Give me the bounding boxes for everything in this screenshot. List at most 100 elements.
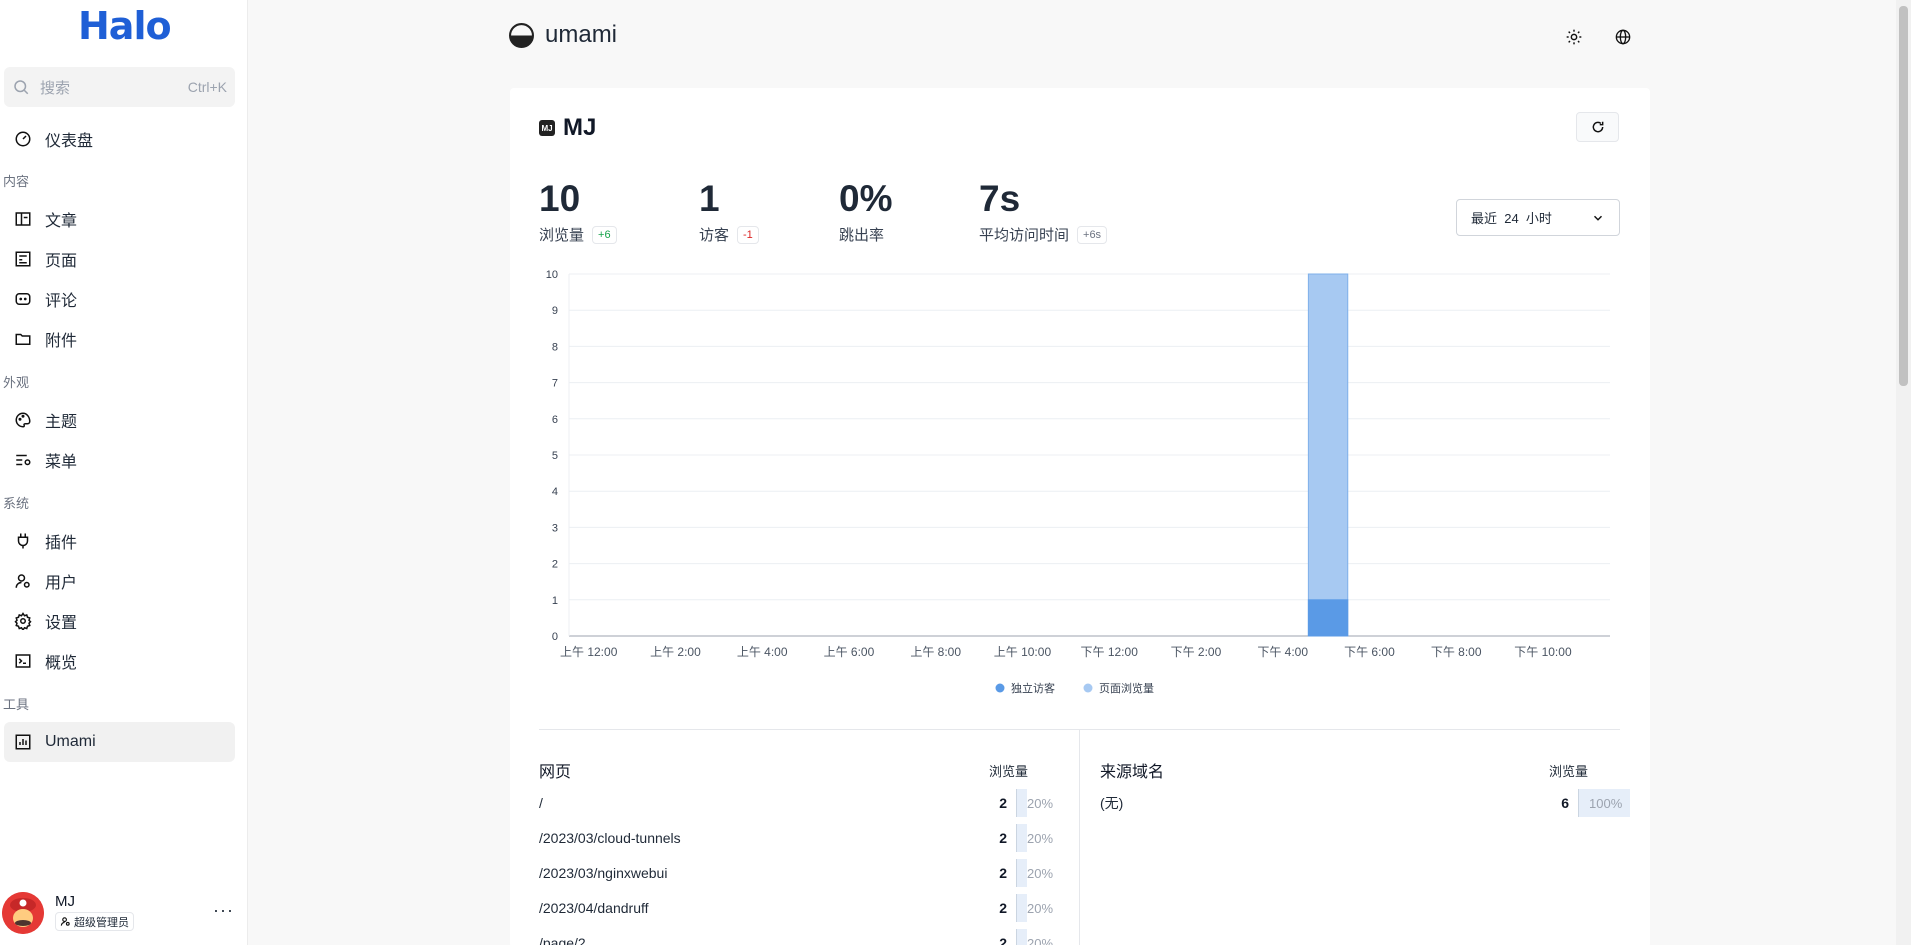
- table-row[interactable]: (无) 6 100%: [1100, 789, 1630, 817]
- x-tick-label: 下午 8:00: [1431, 645, 1482, 659]
- role-label: 超级管理员: [74, 916, 129, 929]
- sun-icon: [1566, 29, 1582, 45]
- scrollbar-thumb[interactable]: [1899, 6, 1908, 386]
- row-percentage: 20%: [1016, 789, 1066, 817]
- x-tick-label: 下午 2:00: [1171, 645, 1222, 659]
- sidebar-item-settings[interactable]: 设置: [4, 601, 235, 641]
- sidebar-item-plugins[interactable]: 插件: [4, 521, 235, 561]
- sidebar-item-label: 页面: [45, 253, 78, 270]
- sidebar-item-label: 设置: [45, 615, 78, 632]
- sidebar-item-comments[interactable]: 评论: [4, 279, 235, 319]
- sidebar-item-overview[interactable]: 概览: [4, 641, 235, 681]
- avatar[interactable]: [2, 892, 44, 934]
- book-open-icon: [13, 209, 33, 229]
- sidebar-item-umami[interactable]: Umami: [4, 722, 235, 762]
- row-percentage: 20%: [1016, 894, 1066, 922]
- row-count: 2: [999, 865, 1007, 881]
- row-percentage: 100%: [1578, 789, 1630, 817]
- pages-table-title: 网页: [539, 764, 572, 781]
- sidebar-item-pages[interactable]: 页面: [4, 239, 235, 279]
- stats-card: MJ MJ 10 浏览量 +6 1 访客 -1 0% 跳出率 7s 平均访问时间 +6…: [510, 88, 1650, 945]
- x-tick-label: 上午 4:00: [737, 645, 788, 659]
- section-label-tools: 工具: [3, 697, 30, 712]
- folder-icon: [13, 329, 33, 349]
- y-tick-label: 9: [552, 305, 558, 317]
- user-profile[interactable]: MJ 超级管理员 ···: [2, 892, 242, 936]
- sidebar-item-menus[interactable]: 菜单: [4, 440, 235, 480]
- x-tick-label: 上午 8:00: [910, 645, 961, 659]
- y-tick-label: 7: [552, 378, 558, 390]
- sidebar-item-label: 菜单: [45, 454, 78, 471]
- menu-settings-icon: [13, 450, 33, 470]
- table-row[interactable]: /2023/03/nginxwebui 2 20%: [539, 859, 1066, 887]
- sidebar-item-label: 附件: [45, 333, 78, 350]
- palette-icon: [13, 410, 33, 430]
- table-row[interactable]: /page/2 2 20%: [539, 929, 1066, 945]
- y-tick-label: 3: [552, 522, 558, 534]
- user-icon: [13, 571, 33, 591]
- plug-icon: [13, 531, 33, 551]
- legend-marker: [995, 683, 1005, 693]
- row-count: 2: [999, 900, 1007, 916]
- halo-logo[interactable]: Halo: [78, 4, 172, 48]
- theme-toggle-button[interactable]: [1563, 26, 1585, 48]
- row-percentage: 20%: [1016, 929, 1066, 945]
- x-tick-label: 下午 4:00: [1257, 645, 1308, 659]
- search-input[interactable]: 搜索 Ctrl+K: [4, 67, 235, 107]
- bar-chart-icon: [13, 732, 33, 752]
- x-tick-label: 上午 10:00: [994, 645, 1052, 659]
- row-count: 2: [999, 935, 1007, 945]
- page-header: umami: [509, 21, 617, 49]
- page-title: umami: [545, 21, 618, 48]
- table-row[interactable]: /2023/03/cloud-tunnels 2 20%: [539, 824, 1066, 852]
- y-tick-label: 2: [552, 559, 558, 571]
- y-tick-label: 6: [552, 414, 558, 426]
- row-count: 2: [999, 830, 1007, 846]
- terminal-icon: [13, 651, 33, 671]
- pages-table-column: 浏览量: [989, 764, 1029, 779]
- sidebar-item-users[interactable]: 用户: [4, 561, 235, 601]
- sidebar-item-themes[interactable]: 主题: [4, 400, 235, 440]
- y-tick-label: 8: [552, 341, 558, 353]
- x-tick-label: 下午 12:00: [1081, 645, 1139, 659]
- table-row[interactable]: /2023/04/dandruff 2 20%: [539, 894, 1066, 922]
- y-tick-label: 5: [552, 450, 558, 462]
- sidebar-item-label: 用户: [45, 575, 78, 592]
- sidebar-item-dashboard[interactable]: 仪表盘: [4, 119, 235, 159]
- sidebar-item-label: 仪表盘: [45, 133, 94, 150]
- traffic-chart: 0 1 2 3 4 5 6 7 8 9 10 上午 12:00 上午 2:00 上午 4:00 上午 6:0…: [546, 269, 1610, 695]
- sidebar-item-label: 评论: [45, 293, 78, 310]
- gauge-icon: [13, 129, 33, 149]
- sidebar-item-label: 插件: [45, 535, 78, 552]
- section-label-system: 系统: [3, 496, 30, 511]
- x-tick-label: 上午 6:00: [824, 645, 875, 659]
- globe-icon: [1615, 29, 1631, 45]
- more-options-icon[interactable]: ···: [213, 900, 234, 921]
- language-button[interactable]: [1612, 26, 1634, 48]
- bar-独立访客: [1307, 599, 1349, 637]
- row-label: /2023/03/nginxwebui: [539, 865, 668, 881]
- sidebar-item-label: 文章: [45, 213, 78, 230]
- role-badge: 超级管理员: [55, 912, 134, 931]
- legend-label: 页面浏览量: [1099, 681, 1154, 695]
- section-label-content: 内容: [3, 174, 30, 189]
- y-tick-label: 10: [546, 269, 558, 281]
- table-row[interactable]: / 2 20%: [539, 789, 1066, 817]
- legend-label: 独立访客: [1011, 681, 1055, 695]
- y-tick-label: 1: [552, 595, 558, 607]
- referrers-table-title: 来源域名: [1100, 764, 1165, 781]
- search-icon: [14, 80, 29, 95]
- sidebar: Halo 搜索 Ctrl+K 仪表盘 内容 文章 页面 评论 附件 外观 主题 …: [0, 0, 248, 945]
- row-count: 6: [1561, 795, 1569, 811]
- column-divider: [1079, 730, 1080, 945]
- x-tick-label: 下午 10:00: [1514, 645, 1572, 659]
- search-placeholder: 搜索: [40, 79, 71, 97]
- sidebar-item-posts[interactable]: 文章: [4, 199, 235, 239]
- sidebar-item-attachments[interactable]: 附件: [4, 319, 235, 359]
- x-tick-label: 上午 2:00: [650, 645, 701, 659]
- row-percentage: 20%: [1016, 824, 1066, 852]
- row-label: /page/2: [539, 935, 586, 945]
- x-tick-label: 上午 12:00: [560, 645, 618, 659]
- gear-icon: [13, 611, 33, 631]
- row-percentage: 20%: [1016, 859, 1066, 887]
